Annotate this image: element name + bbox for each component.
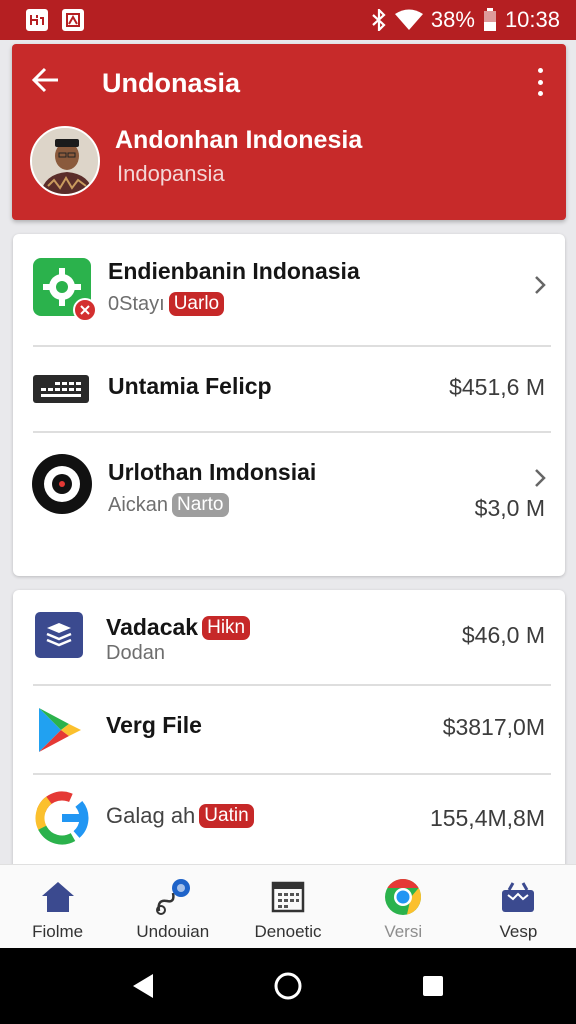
satellite-icon xyxy=(153,877,193,917)
list-item[interactable]: Urlothan Imdonsiai Aickan Narto $3,0 M xyxy=(13,433,565,573)
item-title: Untamia Felicp xyxy=(108,373,272,399)
status-badge: Uatin xyxy=(199,804,254,828)
nav-item-home[interactable]: Fiolme xyxy=(0,865,115,948)
profile-name: Andonhan Indonesia xyxy=(115,126,363,154)
item-value: $451,6 M xyxy=(449,374,545,400)
item-title-text: Galag ah xyxy=(106,803,196,828)
settings-app-icon xyxy=(33,256,97,327)
chevron-right-icon xyxy=(533,467,547,489)
nav-label: Undouian xyxy=(136,922,210,941)
item-subtitle-text: 0Stayı xyxy=(108,292,165,315)
stack-app-icon xyxy=(35,612,85,665)
status-badge: Uarlo xyxy=(168,292,225,316)
battery-level: 38% xyxy=(430,7,475,32)
list-item[interactable]: Verg File $3817,0M xyxy=(13,686,565,774)
nav-label: Denoetic xyxy=(254,922,322,941)
list-item[interactable]: Galag ah Uatin 155,4M,8M xyxy=(13,775,565,867)
status-badge: Hikn xyxy=(202,615,251,640)
account-list-card: Endienbanin Indonasia 0Stayı Uarlo Untam… xyxy=(13,234,565,576)
nav-label: Fiolme xyxy=(32,922,84,941)
item-subtitle-text: Aickan xyxy=(108,493,169,516)
profile-subtitle: Indopansia xyxy=(117,161,225,186)
system-back-icon[interactable] xyxy=(123,966,163,1006)
back-arrow-icon[interactable] xyxy=(31,66,60,94)
system-home-icon[interactable] xyxy=(268,966,308,1006)
list-item[interactable]: Endienbanin Indonasia 0Stayı Uarlo xyxy=(13,234,565,346)
item-title: Verg File xyxy=(106,712,202,738)
app-list-card: Vadacak Hikn Dodan $46,0 M Verg File $38… xyxy=(13,590,565,870)
nav-item-vesp[interactable]: Vesp xyxy=(461,865,576,948)
item-value: $46,0 M xyxy=(461,622,545,648)
nav-label: Versi xyxy=(384,922,423,941)
home-icon xyxy=(38,877,78,917)
notification-icon xyxy=(26,9,48,31)
system-recents-icon[interactable] xyxy=(413,966,453,1006)
status-badge: Narto xyxy=(172,493,229,517)
google-icon xyxy=(35,791,89,850)
item-subtitle: 0Stayı Uarlo xyxy=(108,292,225,316)
bottom-navigation: Fiolme Undouian Denoetic Versi Vesp xyxy=(0,864,576,948)
item-value: $3,0 M xyxy=(474,495,545,521)
app-header: Undonasia Andonhan Indonesia Indopansia xyxy=(12,44,566,220)
chrome-icon xyxy=(383,877,423,917)
page-title: Undonasia xyxy=(102,68,241,98)
list-item[interactable]: Untamia Felicp $451,6 M xyxy=(13,347,565,432)
wifi-icon xyxy=(394,9,423,31)
avatar[interactable] xyxy=(30,126,100,196)
more-options-icon[interactable] xyxy=(530,68,550,96)
play-store-icon xyxy=(35,706,83,759)
item-value: $3817,0M xyxy=(442,714,545,740)
basket-icon xyxy=(498,877,538,917)
status-bar: 38% 10:38 xyxy=(0,0,576,40)
item-title: Urlothan Imdonsiai xyxy=(108,459,317,485)
item-title: Vadacak Hikn xyxy=(106,614,251,641)
nav-label: Vesp xyxy=(499,922,538,941)
item-subtitle: Dodan xyxy=(106,642,165,664)
target-icon xyxy=(31,453,93,520)
keyboard-icon xyxy=(33,373,89,410)
chevron-right-icon xyxy=(533,274,547,296)
list-item[interactable]: Vadacak Hikn Dodan $46,0 M xyxy=(13,590,565,684)
image-icon xyxy=(62,9,84,31)
item-title: Endienbanin Indonasia xyxy=(108,258,360,284)
system-navigation-bar xyxy=(0,948,576,1024)
calendar-icon xyxy=(268,877,308,917)
battery-icon xyxy=(483,8,497,32)
bluetooth-icon xyxy=(371,9,387,31)
item-title: Galag ah Uatin xyxy=(106,803,254,829)
nav-item-undouian[interactable]: Undouian xyxy=(115,865,230,948)
clock: 10:38 xyxy=(504,7,560,32)
nav-item-denoetic[interactable]: Denoetic xyxy=(230,865,345,948)
item-subtitle: Aickan Narto xyxy=(108,493,229,517)
item-title-text: Vadacak xyxy=(106,614,199,640)
item-value: 155,4M,8M xyxy=(429,805,545,831)
nav-item-versi[interactable]: Versi xyxy=(346,865,461,948)
